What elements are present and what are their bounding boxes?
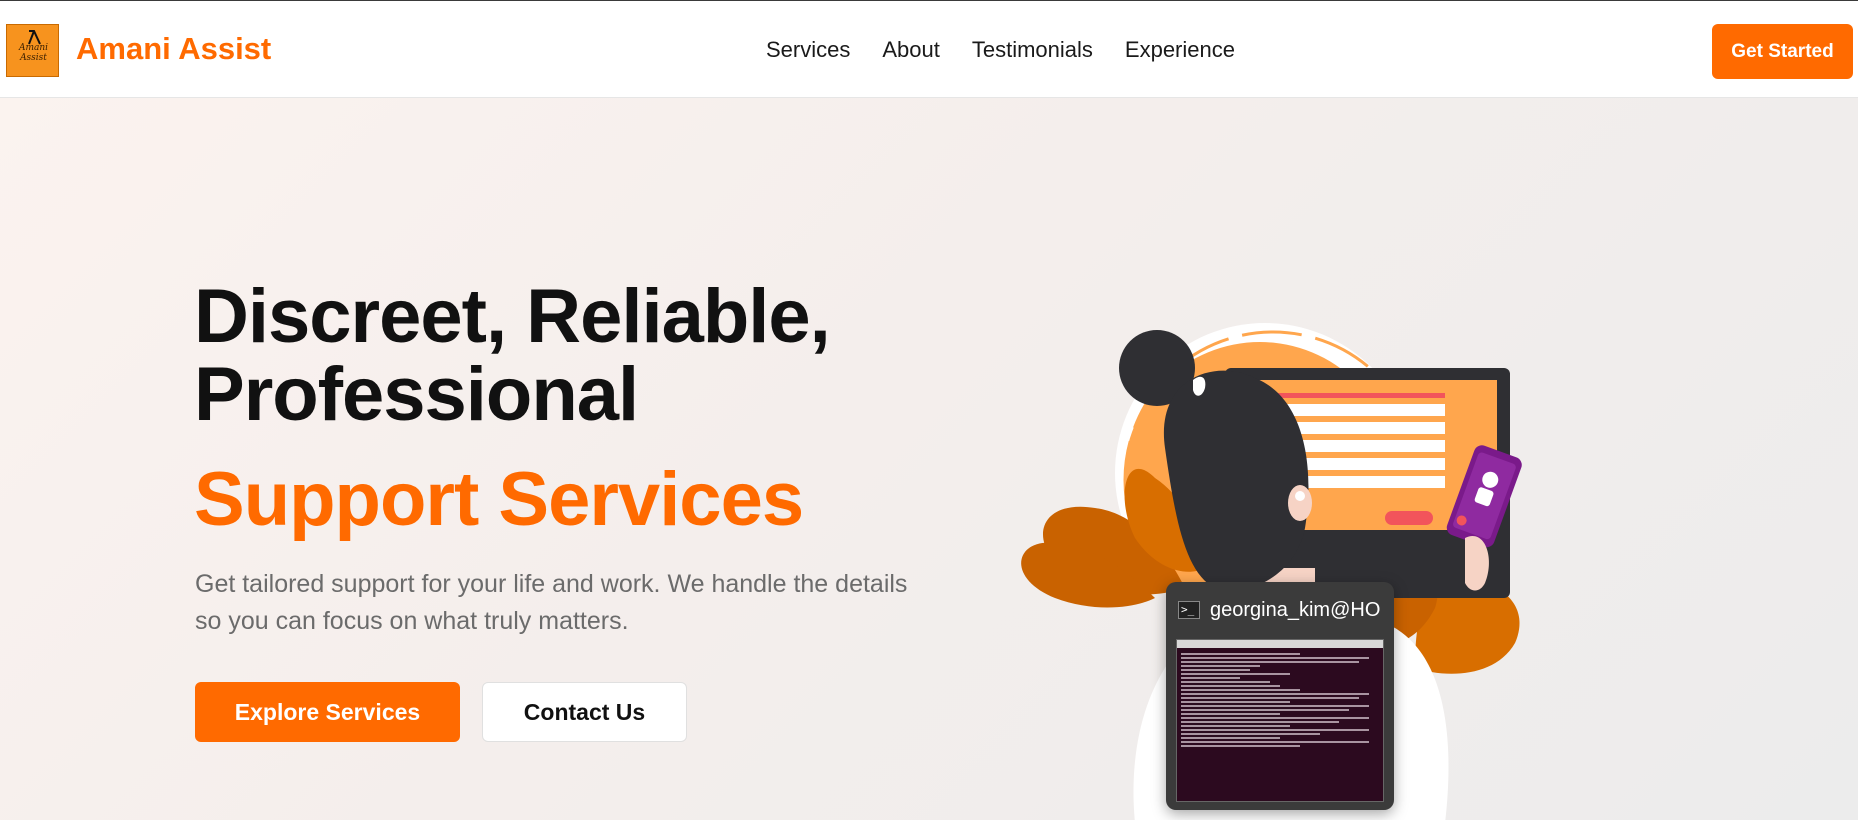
taskbar-window-preview[interactable]: >_ georgina_kim@HO... <box>1166 582 1394 810</box>
explore-services-button[interactable]: Explore Services <box>195 682 460 742</box>
hero-subtitle: Get tailored support for your life and w… <box>195 570 908 635</box>
terminal-icon: >_ <box>1178 601 1200 619</box>
terminal-thumbnail[interactable] <box>1176 639 1384 802</box>
site-header: Amani Assist Amani Assist Services About… <box>0 1 1858 98</box>
hero-title-line1: Discreet, Reliable, <box>194 274 831 359</box>
earbud <box>1295 491 1305 501</box>
brand-name[interactable]: Amani Assist <box>76 31 271 67</box>
preview-title: georgina_kim@HO... <box>1210 598 1380 621</box>
logo[interactable]: Amani Assist <box>6 24 59 77</box>
hero-title: Discreet, Reliable, Professional <box>194 278 914 434</box>
hero-title-line2: Professional <box>194 352 639 437</box>
terminal-titlebar <box>1177 640 1383 648</box>
contact-us-button[interactable]: Contact Us <box>482 682 687 742</box>
logo-script-text: Amani Assist <box>18 43 49 63</box>
hero-section: Discreet, Reliable, Professional Support… <box>0 98 1858 820</box>
screen-button <box>1385 511 1433 525</box>
get-started-button[interactable]: Get Started <box>1712 24 1853 79</box>
nav-services[interactable]: Services <box>766 37 850 63</box>
person-ear <box>1288 485 1312 521</box>
terminal-output <box>1177 648 1383 752</box>
nav-experience[interactable]: Experience <box>1125 37 1235 63</box>
nav-testimonials[interactable]: Testimonials <box>972 37 1093 63</box>
main-nav: Services About Testimonials Experience <box>766 37 1235 63</box>
hero-title-highlight: Support Services <box>194 457 804 542</box>
preview-header: >_ georgina_kim@HO... <box>1166 582 1394 638</box>
nav-about[interactable]: About <box>882 37 940 63</box>
